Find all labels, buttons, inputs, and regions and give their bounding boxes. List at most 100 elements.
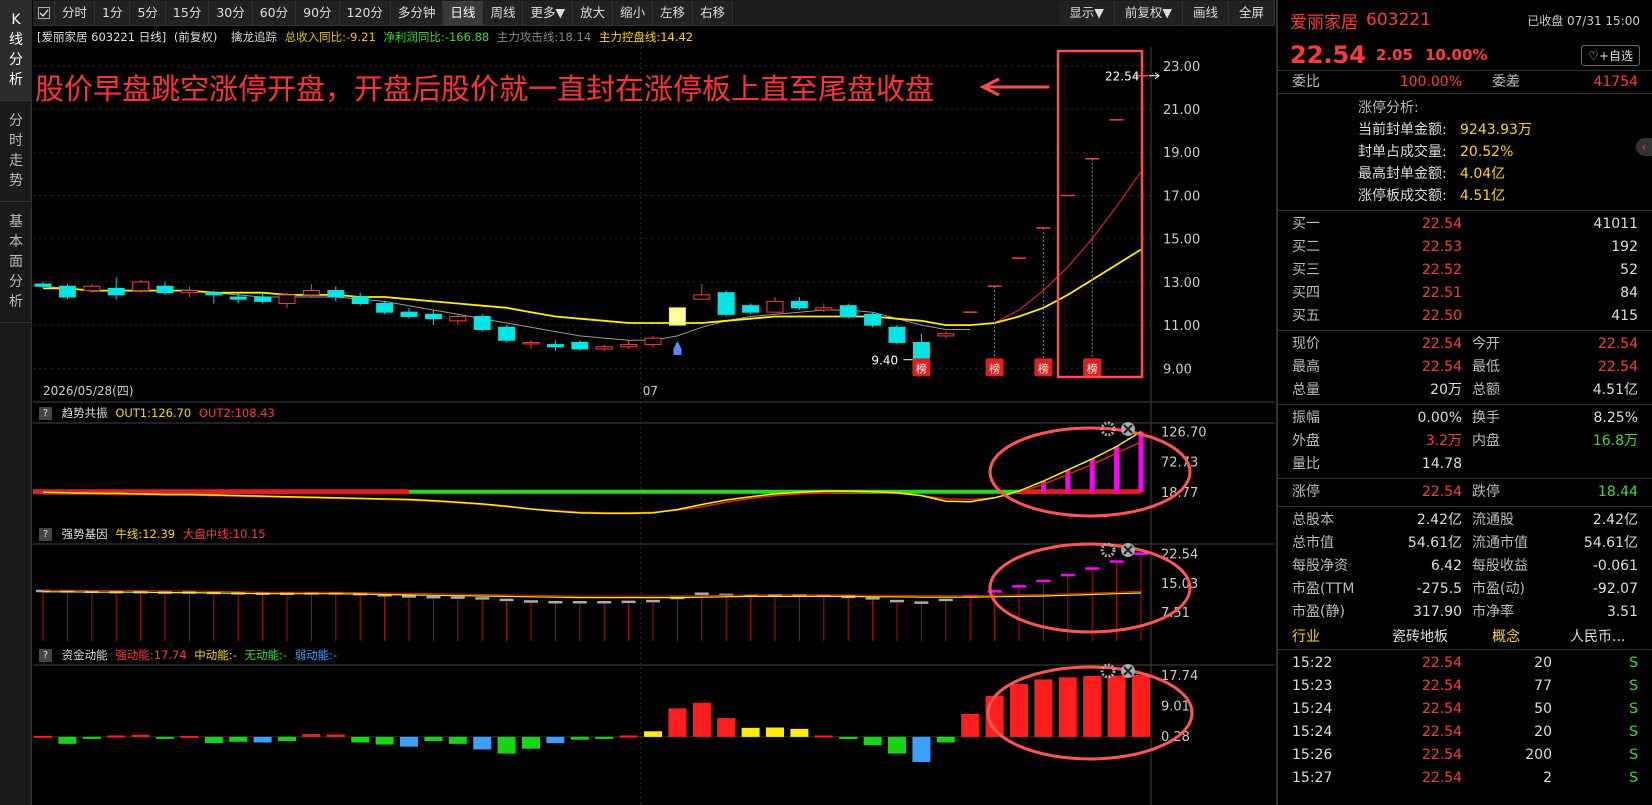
bid-row[interactable]: 买五 22.50 415 <box>1278 305 1652 328</box>
period-button[interactable]: 1分 <box>95 0 131 25</box>
close-icon[interactable] <box>1121 664 1135 678</box>
candle[interactable] <box>498 325 516 343</box>
candle-body <box>302 290 320 296</box>
candle[interactable] <box>400 307 418 319</box>
bid-row[interactable]: 买四 22.51 84 <box>1278 282 1652 305</box>
candle[interactable] <box>449 314 467 326</box>
period-button[interactable]: 多分钟 <box>390 0 444 25</box>
candle-body <box>839 305 857 317</box>
candle[interactable] <box>132 279 150 293</box>
toolbar-right-button[interactable]: 前复权▼ <box>1114 0 1183 25</box>
candle[interactable] <box>864 312 882 328</box>
industry-value[interactable]: 瓷砖地板 <box>1392 626 1482 649</box>
weibi-row: 委比 100.00% 委差 41754 <box>1278 70 1652 93</box>
period-button[interactable]: 5分 <box>130 0 166 25</box>
period-button[interactable]: 周线 <box>483 0 524 25</box>
period-button[interactable]: 90分 <box>296 0 340 25</box>
candle[interactable] <box>693 284 711 300</box>
toolbar-right-button[interactable]: 显示▼ <box>1059 0 1115 25</box>
bid-row[interactable]: 买二 22.53 192 <box>1278 236 1652 259</box>
scroll-left-icon[interactable]: ‹ <box>1636 138 1652 156</box>
candle[interactable] <box>888 325 906 345</box>
chart-action-button[interactable]: 放大 <box>573 0 614 25</box>
help-icon[interactable]: ? <box>39 407 52 420</box>
fund-tick-label: 9.01 <box>1161 700 1190 715</box>
stat-row: 量比 14.78 <box>1278 453 1652 476</box>
stat-value: 54.61亿 <box>1583 535 1638 551</box>
candle[interactable] <box>644 335 662 347</box>
fund-info-line: ? 资金动能 强动能:17.74 中动能:- 无动能:- 弱动能:- <box>33 645 337 665</box>
fund-bar <box>692 702 711 737</box>
last-price-label: 22.54 <box>1105 70 1139 84</box>
candle[interactable] <box>107 277 125 300</box>
candle-body <box>693 294 711 300</box>
period-button[interactable]: 更多▼ <box>523 0 574 25</box>
candle[interactable] <box>424 310 442 326</box>
candle[interactable] <box>595 344 613 352</box>
bid-row[interactable]: 买一 22.54 41011 <box>1278 213 1652 236</box>
close-icon[interactable] <box>1121 422 1135 436</box>
bang-badge[interactable]: 榜 <box>985 286 1004 377</box>
bid-price: 22.52 <box>1421 262 1462 278</box>
candle[interactable] <box>742 303 760 315</box>
candle[interactable] <box>717 290 735 317</box>
candle[interactable] <box>156 281 174 295</box>
candle[interactable] <box>278 292 296 308</box>
bid-row[interactable]: 买三 22.52 52 <box>1278 259 1652 282</box>
rail-tab-1[interactable]: 分时走势 <box>0 101 32 202</box>
candle[interactable] <box>937 331 955 339</box>
market-status: 已收盘 07/31 15:00 <box>1527 13 1640 28</box>
candle[interactable] <box>571 340 589 352</box>
fund-bar <box>888 736 906 754</box>
trend-title: 趋势共振 <box>61 406 108 420</box>
candle[interactable] <box>473 314 491 332</box>
period-button[interactable]: 分时 <box>55 0 96 25</box>
candle-body <box>132 281 150 292</box>
chart-action-button[interactable]: 左移 <box>653 0 694 25</box>
candle[interactable] <box>302 284 320 298</box>
bang-badge[interactable]: 榜 <box>1083 158 1102 377</box>
candle[interactable] <box>790 297 808 311</box>
candle[interactable] <box>254 292 272 304</box>
candle[interactable] <box>205 290 223 304</box>
bang-badge[interactable]: 榜 <box>912 358 931 377</box>
rail-tab-char: 本 <box>9 234 23 250</box>
help-icon[interactable]: ? <box>39 528 52 541</box>
toolbar-right-button[interactable]: 画线 <box>1182 0 1229 25</box>
candle[interactable] <box>766 297 784 313</box>
period-button[interactable]: 30分 <box>209 0 253 25</box>
candle[interactable] <box>546 340 564 352</box>
period-button[interactable]: 120分 <box>339 0 391 25</box>
chart-action-button[interactable]: 缩小 <box>613 0 654 25</box>
bang-badge[interactable]: 榜 <box>1034 227 1053 377</box>
candle[interactable] <box>351 292 369 306</box>
candle[interactable] <box>912 333 930 361</box>
candle[interactable] <box>34 281 52 289</box>
period-button[interactable]: 日线 <box>443 0 484 25</box>
rail-tab-0[interactable]: K线分析 <box>0 0 32 101</box>
close-icon[interactable] <box>1121 543 1135 557</box>
candle[interactable] <box>522 340 540 349</box>
candle[interactable] <box>620 340 638 349</box>
candle[interactable] <box>327 286 345 302</box>
fund-bar <box>1034 679 1053 737</box>
chart-action-button[interactable]: 右移 <box>693 0 734 25</box>
stat-value: 317.90 <box>1413 604 1462 620</box>
help-icon[interactable]: ? <box>39 649 52 662</box>
checkbox-icon[interactable] <box>33 0 55 25</box>
candle[interactable] <box>58 284 76 300</box>
candle[interactable] <box>180 286 198 298</box>
candle[interactable] <box>668 307 686 326</box>
candle[interactable] <box>839 303 857 319</box>
rail-tab-2[interactable]: 基本面分析 <box>0 202 32 323</box>
period-button[interactable]: 60分 <box>252 0 297 25</box>
trend-tick-label: 126.70 <box>1161 426 1207 441</box>
fund-bar <box>619 735 638 738</box>
candle-body <box>668 307 686 326</box>
candle[interactable] <box>376 301 394 315</box>
toolbar-right-button[interactable]: 全屏 <box>1228 0 1275 25</box>
add-watch-button[interactable]: ♡+自选 <box>1581 44 1640 66</box>
price-tick-label: 9.00 <box>1163 362 1192 377</box>
period-button[interactable]: 15分 <box>165 0 210 25</box>
concept-value[interactable]: 人民币... <box>1570 626 1625 649</box>
